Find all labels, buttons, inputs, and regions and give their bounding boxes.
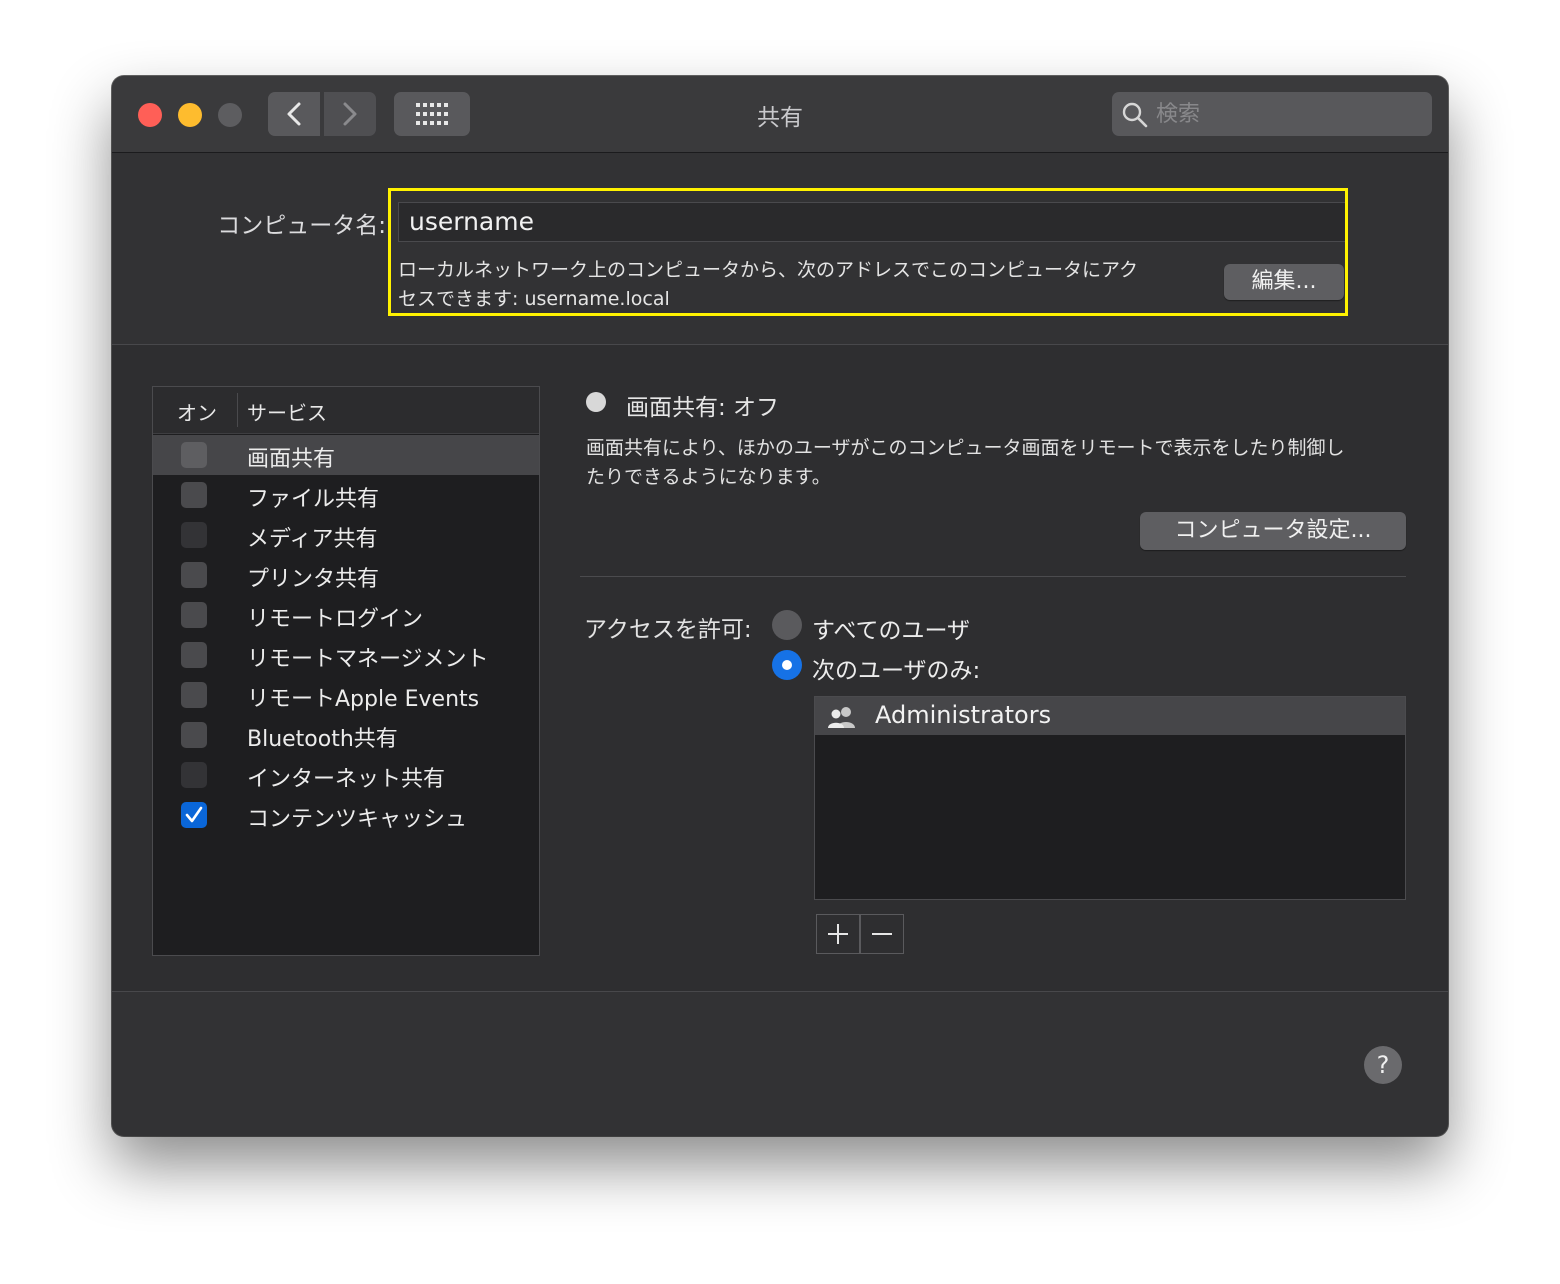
- service-checkbox[interactable]: [181, 642, 207, 668]
- service-row-file-sharing[interactable]: ファイル共有: [153, 475, 539, 515]
- list-header: オン サービス: [153, 387, 539, 434]
- divider: [580, 576, 1406, 577]
- status-indicator: [586, 392, 606, 412]
- radio-only-users-label[interactable]: 次のユーザのみ:: [812, 651, 980, 685]
- service-row-remote-apple-events[interactable]: リモートApple Events: [153, 675, 539, 715]
- computer-name-label: コンピュータ名:: [217, 213, 386, 239]
- column-separator: [237, 393, 238, 427]
- service-list: オン サービス 画面共有 ファイル共有 メディア共有 プリンタ共有 リモートログ…: [152, 386, 540, 956]
- service-label: リモートマネージメント: [247, 647, 489, 672]
- service-label: Bluetooth共有: [247, 727, 398, 752]
- radio-only-users[interactable]: [772, 650, 802, 680]
- radio-all-users-label[interactable]: すべてのユーザ: [812, 611, 970, 645]
- service-row-remote-login[interactable]: リモートログイン: [153, 595, 539, 635]
- search-field[interactable]: [1112, 92, 1432, 136]
- service-status: 画面共有: オフ: [626, 395, 780, 421]
- service-row-media-sharing[interactable]: メディア共有: [153, 515, 539, 555]
- highlight-box: [388, 188, 1348, 316]
- service-label: プリンタ共有: [247, 567, 380, 592]
- service-rows: 画面共有 ファイル共有 メディア共有 プリンタ共有 リモートログイン リモートマ…: [153, 435, 539, 835]
- user-row-administrators[interactable]: Administrators: [815, 697, 1405, 735]
- service-checkbox[interactable]: [181, 682, 207, 708]
- description-line: たりできるようになります。: [586, 466, 831, 488]
- remove-user-button[interactable]: [860, 914, 904, 954]
- service-label: ファイル共有: [247, 487, 380, 512]
- computer-settings-button[interactable]: コンピュータ設定...: [1140, 512, 1406, 550]
- column-header-on[interactable]: オン: [177, 397, 217, 426]
- service-checkbox[interactable]: [181, 482, 207, 508]
- group-icon: [828, 707, 855, 728]
- service-label: 画面共有: [247, 447, 336, 472]
- service-description: 画面共有により、ほかのユーザがこのコンピュータ画面をリモートで表示をしたり制御し…: [586, 434, 1416, 492]
- help-button[interactable]: ?: [1364, 1046, 1402, 1084]
- service-checkbox[interactable]: [181, 802, 207, 828]
- sharing-window: 共有 コンピュータ名: username ローカルネットワーク上のコンピュータか…: [112, 76, 1448, 1136]
- service-label: インターネット共有: [247, 767, 446, 792]
- service-row-bluetooth-sharing[interactable]: Bluetooth共有: [153, 715, 539, 755]
- service-label: リモートApple Events: [247, 687, 480, 712]
- access-label: アクセスを許可:: [584, 617, 752, 643]
- service-row-remote-management[interactable]: リモートマネージメント: [153, 635, 539, 675]
- user-label: Administrators: [875, 701, 1052, 729]
- service-label: コンテンツキャッシュ: [247, 807, 468, 832]
- search-icon: [1122, 102, 1148, 128]
- service-row-printer-sharing[interactable]: プリンタ共有: [153, 555, 539, 595]
- checkmark-icon: [185, 806, 203, 823]
- radio-dot: [782, 660, 792, 670]
- plus-icon: [828, 924, 848, 944]
- service-checkbox[interactable]: [181, 762, 207, 788]
- search-input[interactable]: [1156, 92, 1416, 136]
- add-user-button[interactable]: [816, 914, 860, 954]
- users-list: Administrators: [814, 696, 1406, 900]
- title-bar: 共有: [112, 76, 1448, 153]
- service-checkbox[interactable]: [181, 602, 207, 628]
- service-checkbox[interactable]: [181, 522, 207, 548]
- service-label: メディア共有: [247, 527, 378, 552]
- minus-icon: [872, 933, 892, 935]
- service-checkbox[interactable]: [181, 722, 207, 748]
- description-line: 画面共有により、ほかのユーザがこのコンピュータ画面をリモートで表示をしたり制御し: [586, 437, 1345, 459]
- service-label: リモートログイン: [247, 607, 424, 632]
- column-header-service[interactable]: サービス: [247, 397, 327, 426]
- service-checkbox[interactable]: [181, 562, 207, 588]
- service-checkbox[interactable]: [181, 442, 207, 468]
- radio-all-users[interactable]: [772, 610, 802, 640]
- service-row-content-caching[interactable]: コンテンツキャッシュ: [153, 795, 539, 835]
- service-row-internet-sharing[interactable]: インターネット共有: [153, 755, 539, 795]
- service-row-screen-sharing[interactable]: 画面共有: [153, 435, 539, 475]
